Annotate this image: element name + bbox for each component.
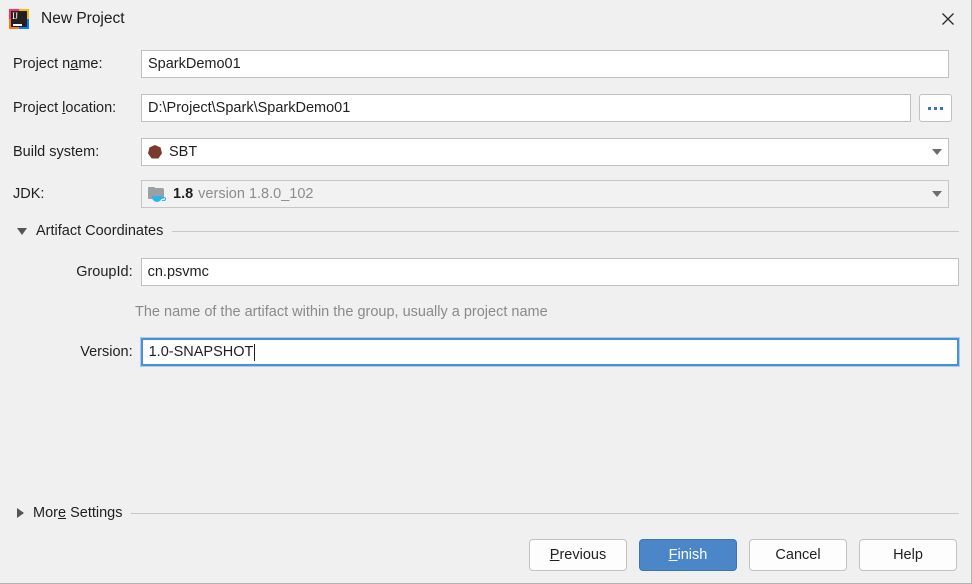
build-system-value: SBT bbox=[169, 144, 198, 160]
artifact-coordinates-section-header[interactable]: Artifact Coordinates bbox=[17, 223, 959, 239]
close-icon[interactable] bbox=[925, 0, 971, 37]
jdk-label: JDK: bbox=[13, 186, 45, 202]
dot-icon bbox=[940, 106, 943, 110]
browse-folder-button[interactable] bbox=[919, 94, 952, 122]
version-value: 1.0-SNAPSHOT bbox=[148, 344, 254, 360]
jdk-dropdown[interactable]: 1.8 version 1.8.0_102 bbox=[141, 180, 949, 208]
sbt-icon bbox=[148, 145, 162, 159]
project-location-row: Project location: D:\Project\Spark\Spark… bbox=[13, 94, 959, 122]
jdk-folder-icon bbox=[148, 186, 166, 202]
artifact-coordinates-title: Artifact Coordinates bbox=[36, 223, 164, 239]
chevron-down-icon bbox=[932, 149, 942, 155]
chevron-down-icon bbox=[932, 191, 942, 197]
section-divider bbox=[131, 512, 959, 514]
help-button[interactable]: Help bbox=[859, 539, 957, 571]
jdk-version-text: version 1.8.0_102 bbox=[198, 186, 314, 202]
project-name-row: Project name: SparkDemo01 bbox=[13, 50, 959, 78]
dot-icon bbox=[928, 106, 931, 110]
group-id-input[interactable]: cn.psvmc bbox=[140, 258, 959, 286]
artifact-hint-text: The name of the artifact within the grou… bbox=[135, 304, 548, 320]
version-row: Version: 1.0-SNAPSHOT bbox=[13, 338, 959, 366]
version-label: Version: bbox=[80, 344, 133, 360]
finish-button[interactable]: Finish bbox=[639, 539, 737, 571]
build-system-row: Build system: SBT bbox=[13, 138, 959, 166]
dialog-footer: Previous Finish Cancel Help bbox=[529, 539, 957, 571]
cancel-button[interactable]: Cancel bbox=[749, 539, 847, 571]
jdk-row: JDK: 1.8 version 1.8.0_102 bbox=[13, 180, 959, 208]
project-name-input[interactable]: SparkDemo01 bbox=[141, 50, 949, 78]
project-name-value: SparkDemo01 bbox=[148, 56, 241, 72]
build-system-dropdown[interactable]: SBT bbox=[141, 138, 949, 166]
dot-icon bbox=[934, 106, 937, 110]
group-id-row: GroupId: cn.psvmc bbox=[13, 258, 959, 286]
chevron-right-icon bbox=[17, 508, 24, 518]
intellij-idea-logo-icon: IJ bbox=[9, 8, 29, 29]
build-system-label: Build system: bbox=[13, 144, 100, 160]
group-id-label: GroupId: bbox=[76, 264, 133, 280]
more-settings-title: More Settings bbox=[33, 505, 123, 521]
group-id-value: cn.psvmc bbox=[147, 264, 209, 280]
text-caret bbox=[254, 343, 256, 361]
section-divider bbox=[172, 230, 959, 232]
project-name-label: Project name: bbox=[13, 56, 103, 72]
more-settings-section-header[interactable]: More Settings bbox=[17, 505, 959, 521]
previous-button[interactable]: Previous bbox=[529, 539, 627, 571]
project-location-label: Project location: bbox=[13, 100, 117, 116]
chevron-down-icon bbox=[17, 227, 27, 235]
project-location-value: D:\Project\Spark\SparkDemo01 bbox=[148, 100, 351, 116]
dialog-title: New Project bbox=[41, 9, 125, 27]
new-project-dialog: IJ New Project Project name: SparkDemo01… bbox=[0, 0, 972, 584]
project-location-input[interactable]: D:\Project\Spark\SparkDemo01 bbox=[141, 94, 911, 122]
title-bar: IJ New Project bbox=[0, 0, 971, 37]
jdk-version-number: 1.8 bbox=[173, 186, 194, 202]
version-input[interactable]: 1.0-SNAPSHOT bbox=[140, 338, 959, 366]
